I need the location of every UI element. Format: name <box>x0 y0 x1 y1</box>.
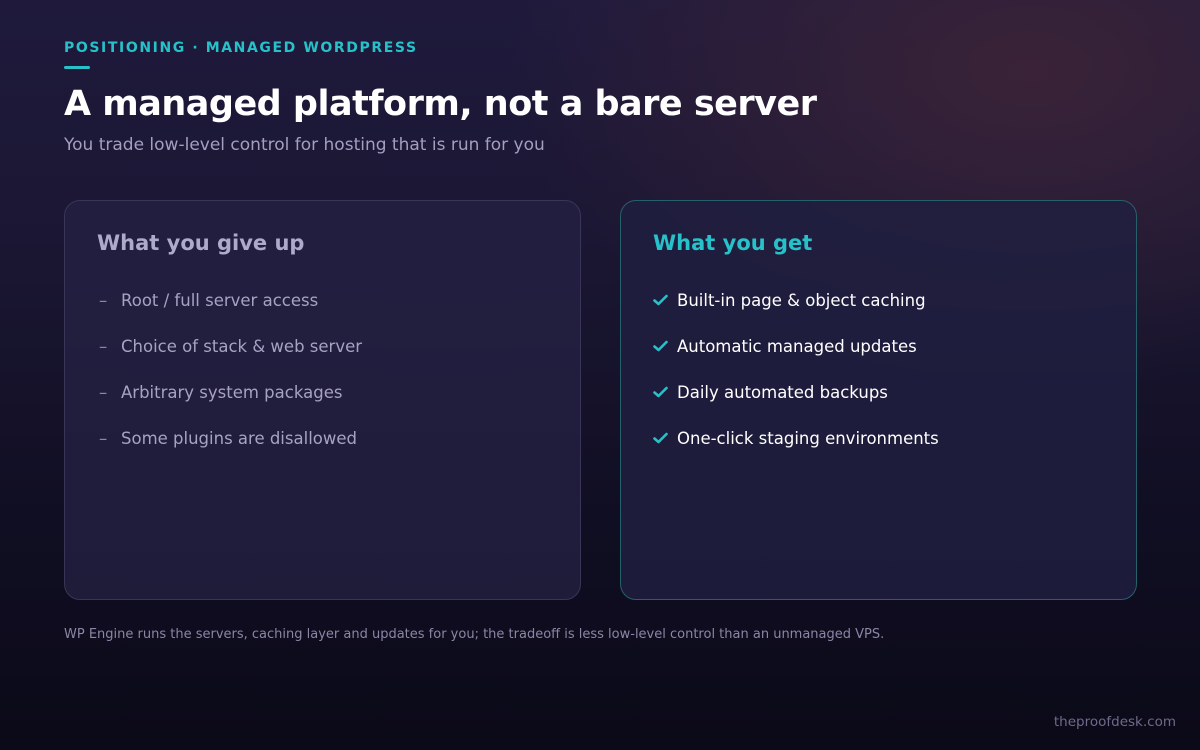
give-up-card: What you give up – Root / full server ac… <box>64 200 581 600</box>
list-item: – Arbitrary system packages <box>97 369 548 415</box>
page-subtitle: You trade low-level control for hosting … <box>64 135 545 155</box>
list-item: Automatic managed updates <box>653 323 1104 369</box>
dash-icon: – <box>99 290 108 310</box>
give-up-list: – Root / full server access – Choice of … <box>97 277 548 461</box>
list-item-label: One-click staging environments <box>677 428 939 448</box>
checkmark-icon <box>653 337 677 356</box>
footnote: WP Engine runs the servers, caching laye… <box>64 627 885 642</box>
list-item-label: Some plugins are disallowed <box>121 428 357 448</box>
get-card: What you get Built-in page & object cach… <box>620 200 1137 600</box>
list-item-label: Daily automated backups <box>677 382 888 402</box>
list-item-label: Arbitrary system packages <box>121 382 343 402</box>
list-item: – Some plugins are disallowed <box>97 415 548 461</box>
list-item-label: Root / full server access <box>121 290 319 310</box>
checkmark-icon <box>653 429 677 448</box>
dash-icon: – <box>99 336 108 356</box>
list-item: – Choice of stack & web server <box>97 323 548 369</box>
list-item: Built-in page & object caching <box>653 277 1104 323</box>
get-heading: What you get <box>653 231 813 255</box>
give-up-heading: What you give up <box>97 231 305 255</box>
eyebrow-underline <box>64 66 90 69</box>
brand-watermark: theproofdesk.com <box>1053 714 1176 730</box>
list-item-label: Built-in page & object caching <box>677 290 926 310</box>
list-item-label: Choice of stack & web server <box>121 336 363 356</box>
checkmark-icon <box>653 383 677 402</box>
list-item: – Root / full server access <box>97 277 548 323</box>
dash-icon: – <box>99 428 108 448</box>
checkmark-icon <box>653 291 677 310</box>
eyebrow-label: POSITIONING · MANAGED WORDPRESS <box>64 40 418 56</box>
list-item-label: Automatic managed updates <box>677 336 917 356</box>
list-item: One-click staging environments <box>653 415 1104 461</box>
dash-icon: – <box>99 382 108 402</box>
get-list: Built-in page & object caching Automatic… <box>653 277 1104 461</box>
list-item: Daily automated backups <box>653 369 1104 415</box>
page-title: A managed platform, not a bare server <box>64 84 817 124</box>
